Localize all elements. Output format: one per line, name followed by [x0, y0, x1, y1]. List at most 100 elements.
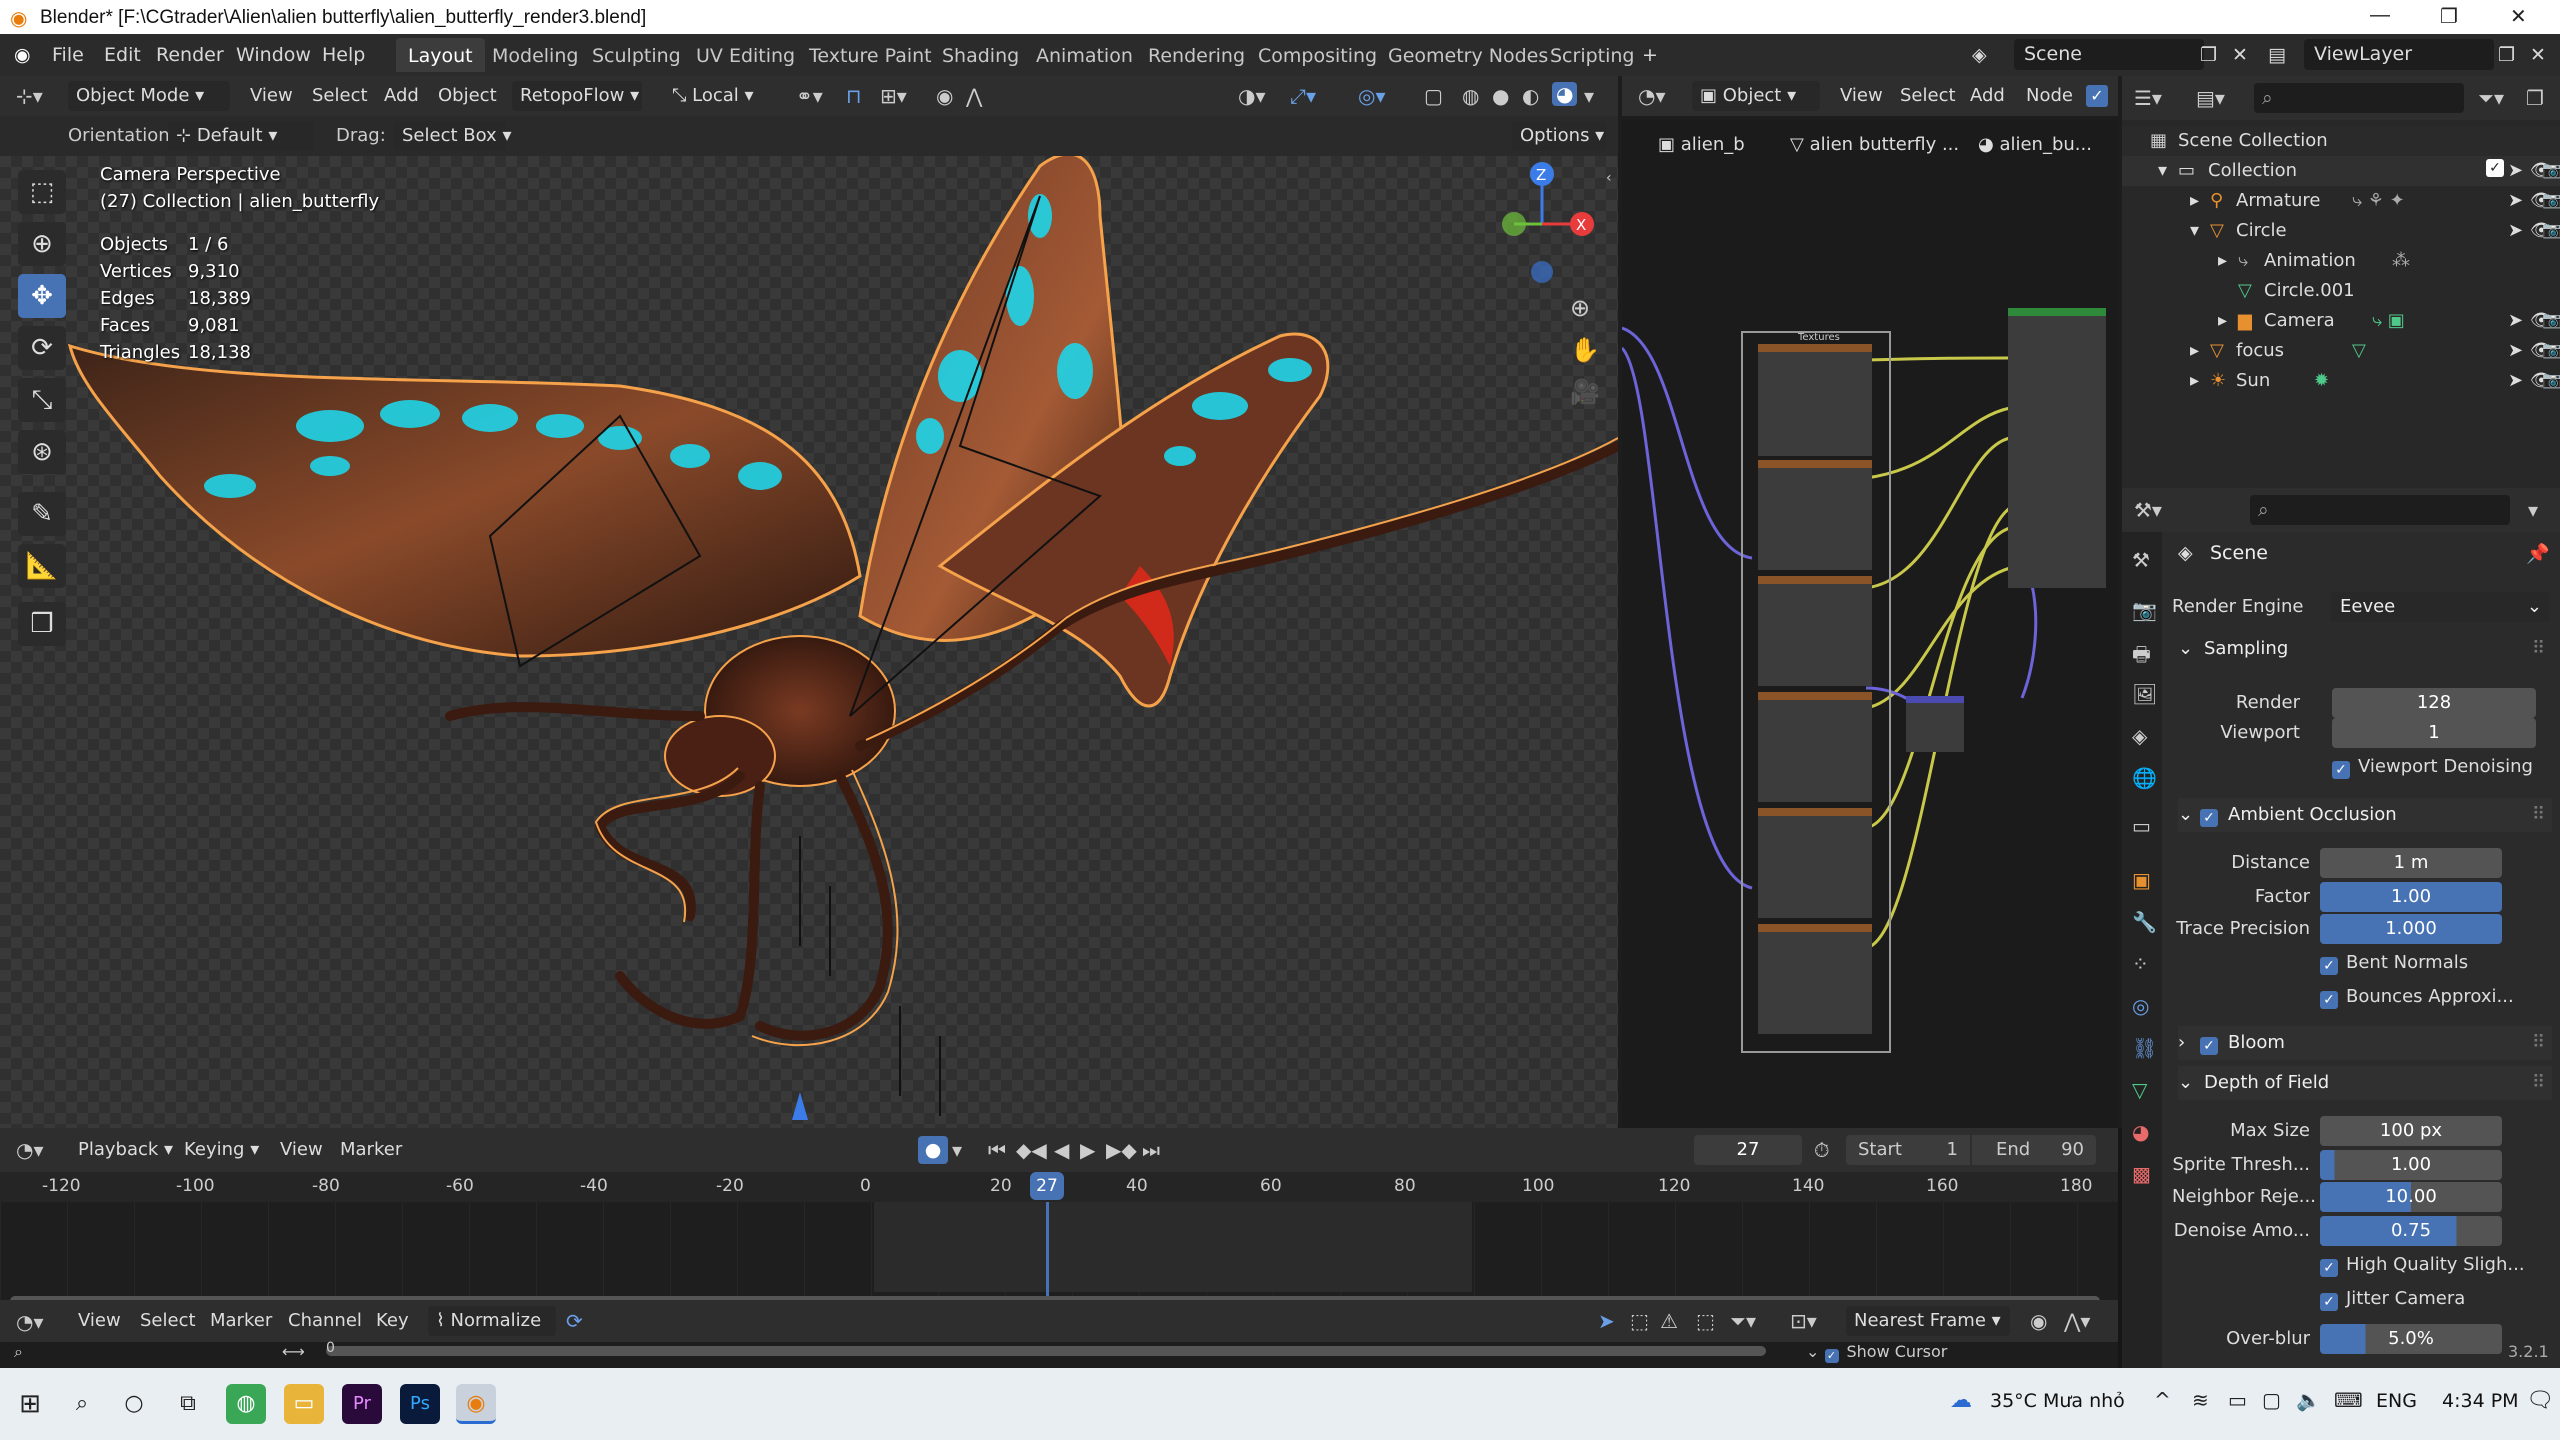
tab-texture-paint[interactable]: Texture Paint — [797, 38, 944, 72]
outliner-row[interactable]: ▽ Circle.001 — [2122, 276, 2560, 306]
show-cursor-checkbox[interactable]: ⌄ ✓ Show Cursor — [1806, 1342, 1947, 1363]
battery-icon[interactable]: ▭ — [2228, 1388, 2247, 1412]
options-dropdown[interactable]: Options ▾ — [1512, 121, 1606, 151]
dopesheet-view-menu[interactable]: View — [70, 1306, 129, 1336]
xray-icon[interactable]: ▢ — [1424, 84, 1443, 108]
outliner-row[interactable]: ▾ ▭ Collection ✓ ➤ 👁 📷 — [2122, 156, 2560, 186]
timeline-marker-menu[interactable]: Marker — [332, 1135, 410, 1165]
volume-icon[interactable]: 🔈 — [2296, 1388, 2321, 1412]
select-toggle-icon[interactable]: ➤ — [2508, 310, 2523, 331]
close-icon[interactable]: ✕ — [2510, 4, 2527, 29]
weather-label[interactable]: 35°C Mưa nhỏ — [1990, 1390, 2125, 1412]
drag-handle-icon[interactable]: ⠿ — [2532, 638, 2545, 659]
tab-uv-editing[interactable]: UV Editing — [684, 38, 807, 72]
tool-tab-icon[interactable]: ⚒ — [2132, 548, 2150, 572]
tab-compositing[interactable]: Compositing — [1246, 38, 1389, 72]
world-tab-icon[interactable]: 🌐 — [2132, 766, 2157, 790]
pan-hand-icon[interactable]: ✋ — [1570, 336, 1600, 364]
falloff-icon[interactable]: ⋀▾ — [2064, 1309, 2090, 1333]
disclosure-closed-icon[interactable]: ▸ — [2190, 370, 2199, 391]
drag-handle-icon[interactable]: ⠿ — [2532, 804, 2545, 825]
zoom-icon[interactable]: ⊕ — [1570, 294, 1590, 322]
outliner-row[interactable]: ▸ ☀ Sun ✹ ➤ 👁 📷 — [2122, 366, 2560, 396]
shading-solid-icon[interactable]: ● — [1492, 84, 1509, 108]
only-selected-icon[interactable]: ➤ — [1598, 1309, 1615, 1333]
filter-icon[interactable]: ⏷▾ — [1730, 1309, 1756, 1333]
object-menu[interactable]: Object — [430, 81, 505, 111]
frame-ruler[interactable]: -120 -100 -80 -60 -40 -20 0 20 40 60 80 … — [0, 1172, 2118, 1202]
sidebar-toggle-icon[interactable]: ‹ — [1606, 170, 1612, 186]
language-indicator[interactable]: ENG — [2376, 1390, 2417, 1412]
navigation-gizmo[interactable]: Z X — [1490, 156, 1600, 296]
measure-tool-icon[interactable]: 📐 — [18, 544, 66, 588]
cursor-tool-icon[interactable]: ⊕ — [18, 222, 66, 266]
data-tab-icon[interactable]: ▽ — [2132, 1078, 2147, 1102]
node-node-menu[interactable]: Node — [2018, 81, 2081, 111]
display-icon[interactable]: ▢ — [2262, 1388, 2281, 1412]
jump-start-icon[interactable]: ⏮ — [988, 1138, 1006, 1162]
rotate-tool-icon[interactable]: ⟳ — [18, 326, 66, 370]
pin-icon[interactable]: 📌 — [2526, 542, 2550, 565]
keyboard-icon[interactable]: ⌨ — [2334, 1388, 2363, 1412]
add-menu[interactable]: Add — [376, 81, 427, 111]
snap-icon[interactable]: ⊡▾ — [1790, 1309, 1817, 1333]
dof-sprite-slider[interactable]: 1.00 — [2320, 1150, 2502, 1180]
collection-tab-icon[interactable]: ▭ — [2132, 814, 2151, 838]
blender-taskbar-icon[interactable]: ◉ — [456, 1384, 496, 1424]
tab-animation[interactable]: Animation — [1024, 38, 1145, 72]
dof-neighbor-slider[interactable]: 10.00 — [2320, 1182, 2502, 1212]
render-camera-icon[interactable]: 📷 — [2542, 370, 2560, 389]
tab-scripting[interactable]: Scripting — [1538, 38, 1647, 72]
view-layer-tab-icon[interactable]: 🖼 — [2132, 682, 2157, 706]
constraints-tab-icon[interactable]: ⛓ — [2132, 1036, 2157, 1060]
ambient-occlusion-panel-header[interactable]: ⌄ ✓ Ambient Occlusion ⠿ — [2178, 798, 2552, 832]
outliner-type-icon[interactable]: ☰▾ — [2134, 86, 2162, 110]
disclosure-closed-icon[interactable]: ▸ — [2218, 250, 2227, 271]
scale-tool-icon[interactable]: ⤡ — [18, 378, 66, 422]
select-toggle-icon[interactable]: ➤ — [2508, 220, 2523, 241]
normalize-toggle[interactable]: ⌇ Normalize — [428, 1306, 556, 1336]
tab-rendering[interactable]: Rendering — [1136, 38, 1257, 72]
photoshop-icon[interactable]: Ps — [400, 1384, 440, 1424]
proportional-edit-icon[interactable]: ◉ — [936, 84, 953, 108]
file-explorer-icon[interactable]: ▭ — [284, 1384, 324, 1424]
render-camera-icon[interactable]: 📷 — [2542, 220, 2560, 239]
select-toggle-icon[interactable]: ➤ — [2508, 370, 2523, 391]
disclosure-open-icon[interactable]: ▾ — [2158, 160, 2167, 181]
select-box-tool-icon[interactable]: ⬚ — [18, 170, 66, 214]
texture-tab-icon[interactable]: ▩ — [2132, 1162, 2151, 1186]
menu-window[interactable]: Window — [236, 44, 311, 66]
falloff-icon[interactable]: ⋀ — [966, 84, 982, 108]
bloom-panel-header[interactable]: › ✓ Bloom ⠿ — [2178, 1026, 2552, 1060]
outliner-row[interactable]: ▸ ▆ Camera ⤷ ▣ ➤ 👁 📷 — [2122, 306, 2560, 336]
play-icon[interactable]: ▶ — [1080, 1138, 1095, 1162]
dof-denoise-slider[interactable]: 0.75 — [2320, 1216, 2502, 1246]
viewlayer-icon[interactable]: ▤ — [2268, 44, 2286, 66]
render-camera-icon[interactable]: 📷 — [2542, 340, 2560, 359]
outliner-row[interactable]: ▾ ▽ Circle ➤ 👁 📷 — [2122, 216, 2560, 246]
bounces-checkbox[interactable]: ✓ Bounces Approxi... — [2320, 986, 2514, 1009]
object-tab-icon[interactable]: ▣ — [2132, 868, 2151, 892]
node-editor-type-icon[interactable]: ◔▾ — [1638, 84, 1666, 108]
record-options-icon[interactable]: ▾ — [952, 1138, 962, 1162]
drag-handle-icon[interactable]: ⠿ — [2532, 1072, 2545, 1093]
mode-dropdown[interactable]: Object Mode ▾ — [68, 81, 230, 111]
drag-dropdown[interactable]: Select Box ▾ — [394, 121, 511, 151]
annotate-tool-icon[interactable]: ✎ — [18, 492, 66, 536]
outliner-row[interactable]: ▸ ⚲ Armature ⤷ ⚘ ✦ ➤ 👁 📷 — [2122, 186, 2560, 216]
tab-modeling[interactable]: Modeling — [480, 38, 590, 72]
scene-new-icon[interactable]: ❐ — [2200, 44, 2217, 66]
search-icon[interactable]: ⌕ — [14, 1342, 23, 1362]
viewlayer-remove-icon[interactable]: ✕ — [2530, 44, 2546, 66]
overlay-toggle-icon[interactable]: ◎▾ — [1358, 84, 1386, 108]
tray-arrow-icon[interactable]: ^ — [2154, 1388, 2171, 1412]
3d-viewport[interactable]: Camera Perspective (27) Collection | ali… — [0, 156, 1618, 1128]
render-camera-icon[interactable]: 📷 — [2542, 190, 2560, 209]
properties-options-icon[interactable]: ▾ — [2528, 498, 2538, 522]
tab-geometry-nodes[interactable]: Geometry Nodes — [1376, 38, 1560, 72]
select-toggle-icon[interactable]: ➤ — [2508, 190, 2523, 211]
render-samples-field[interactable]: 128 — [2332, 688, 2536, 718]
render-tab-icon[interactable]: 📷 — [2132, 598, 2157, 622]
menu-help[interactable]: Help — [322, 44, 365, 66]
ao-distance-field[interactable]: 1 m — [2320, 848, 2502, 878]
